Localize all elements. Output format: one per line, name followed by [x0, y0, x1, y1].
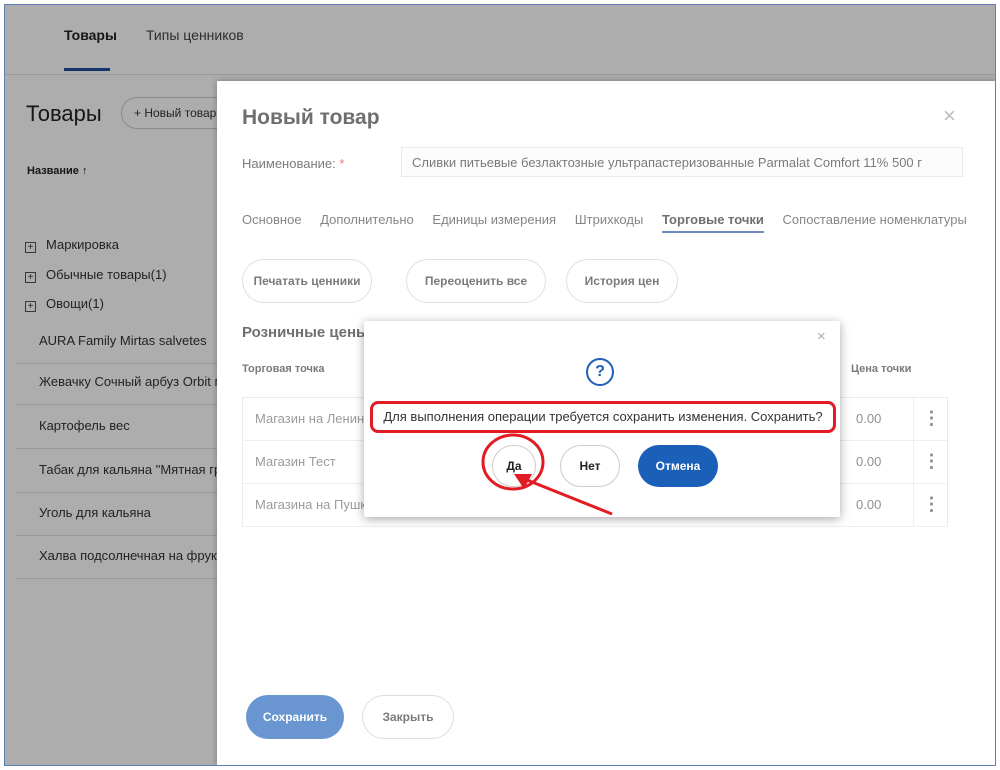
question-icon: ?: [586, 358, 614, 386]
no-button[interactable]: Нет: [560, 445, 620, 487]
cancel-button[interactable]: Отмена: [638, 445, 718, 487]
dialog-message: Для выполнения операции требуется сохран…: [370, 401, 836, 433]
app-window: Товары Типы ценников Товары + Новый това…: [4, 4, 996, 766]
close-icon[interactable]: ×: [817, 328, 826, 345]
confirm-dialog: × ? Для выполнения операции требуется со…: [364, 321, 840, 517]
yes-button[interactable]: Да: [492, 445, 536, 487]
